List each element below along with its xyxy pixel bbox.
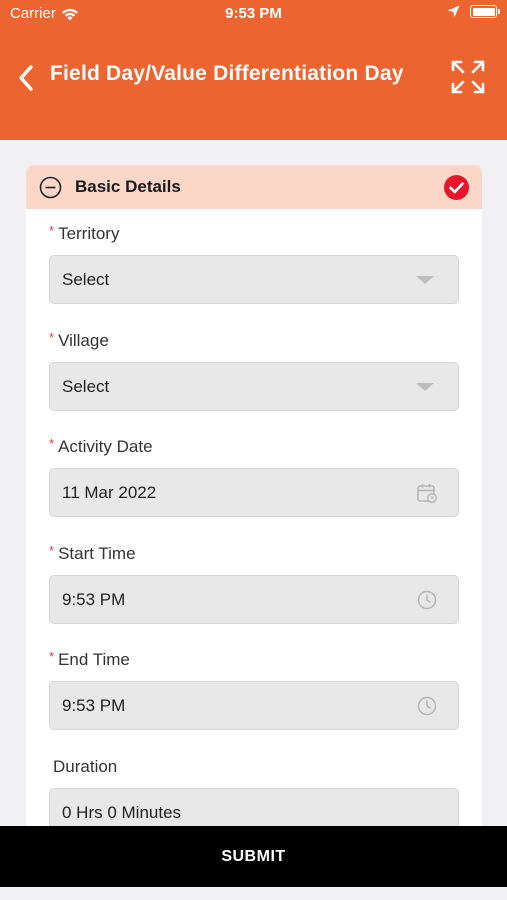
village-field: * Village Select xyxy=(49,330,459,411)
check-circle-icon xyxy=(444,174,469,200)
collapse-minus-icon[interactable] xyxy=(39,176,62,199)
territory-label: Territory xyxy=(58,224,120,243)
battery-icon xyxy=(470,5,500,18)
section-title: Basic Details xyxy=(75,177,181,196)
territory-field: * Territory Select xyxy=(49,223,459,304)
start-time-value: 9:53 PM xyxy=(62,589,126,609)
expand-icon[interactable] xyxy=(451,60,485,94)
activity-date-field: * Activity Date 11 Mar 2022 xyxy=(49,436,459,517)
submit-button[interactable]: SUBMIT xyxy=(0,826,507,887)
required-marker: * xyxy=(49,543,55,558)
dropdown-caret-icon xyxy=(416,382,434,391)
required-marker: * xyxy=(49,223,55,238)
duration-value: 0 Hrs 0 Minutes xyxy=(62,802,182,822)
location-arrow-icon xyxy=(447,5,460,18)
page-title: Field Day/Value Differentiation Day xyxy=(50,62,404,85)
start-time-label: Start Time xyxy=(58,544,136,563)
activity-date-input[interactable]: 11 Mar 2022 xyxy=(49,468,459,517)
territory-select[interactable]: Select xyxy=(49,255,459,304)
village-value: Select xyxy=(62,376,110,396)
end-time-value: 9:53 PM xyxy=(62,695,126,715)
village-label: Village xyxy=(58,331,109,350)
end-time-label: End Time xyxy=(58,650,130,669)
basic-details-header[interactable]: Basic Details xyxy=(26,165,482,209)
clock-icon[interactable] xyxy=(416,695,438,717)
status-icons xyxy=(447,5,500,18)
calendar-icon[interactable] xyxy=(416,482,438,504)
activity-date-value: 11 Mar 2022 xyxy=(62,482,157,502)
start-time-field: * Start Time 9:53 PM xyxy=(49,543,459,624)
dropdown-caret-icon xyxy=(416,275,434,284)
village-select[interactable]: Select xyxy=(49,362,459,411)
start-time-input[interactable]: 9:53 PM xyxy=(49,575,459,624)
required-marker: * xyxy=(49,649,55,664)
status-time: 9:53 PM xyxy=(225,5,282,22)
duration-label: Duration xyxy=(53,757,118,776)
required-marker: * xyxy=(49,436,55,451)
required-marker: * xyxy=(49,330,55,345)
status-bar: Carrier 9:53 PM xyxy=(0,0,507,28)
clock-icon[interactable] xyxy=(416,589,438,611)
duration-field: Duration 0 Hrs 0 Minutes xyxy=(49,756,459,837)
app-header: Carrier 9:53 PM Field Day/Value Differen… xyxy=(0,0,507,140)
back-chevron-icon[interactable] xyxy=(14,64,38,92)
end-time-field: * End Time 9:53 PM xyxy=(49,649,459,730)
end-time-input[interactable]: 9:53 PM xyxy=(49,681,459,730)
territory-value: Select xyxy=(62,269,110,289)
activity-date-label: Activity Date xyxy=(58,437,153,456)
basic-details-card: Basic Details * Territory Select * Villa… xyxy=(26,165,482,865)
